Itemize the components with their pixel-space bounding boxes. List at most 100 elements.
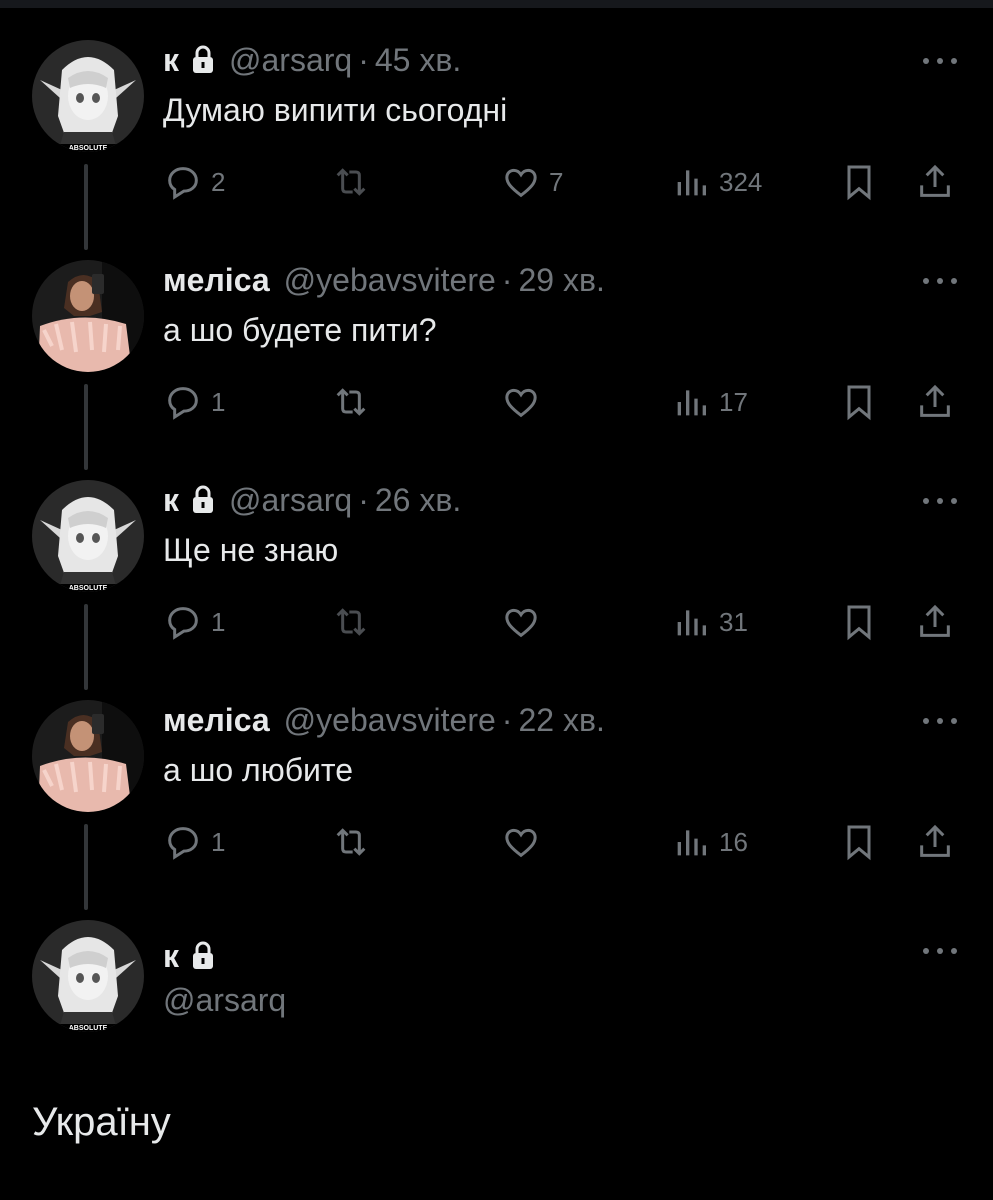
more-options-icon[interactable] <box>920 496 960 506</box>
bookmark-button[interactable] <box>839 380 879 424</box>
views-count: 324 <box>719 166 763 197</box>
tweet-text: а шо будете пити? <box>163 312 437 348</box>
username[interactable]: @arsarq <box>229 482 352 519</box>
timestamp[interactable]: 45 хв. <box>375 42 461 79</box>
retweet-button[interactable] <box>331 820 379 864</box>
username[interactable]: @arsarq <box>163 982 286 1019</box>
reply-icon <box>168 827 198 860</box>
share-icon <box>920 604 950 637</box>
thread-connector <box>84 164 88 250</box>
views-chart-icon <box>677 610 706 636</box>
views-button[interactable]: 17 <box>671 380 748 424</box>
lock-icon <box>193 45 214 73</box>
action-bar: 1 17 <box>163 380 963 424</box>
reply-button[interactable]: 1 <box>163 380 225 424</box>
retweet-icon <box>336 168 366 196</box>
anime-avatar-image: ABSOLUTE <box>32 920 144 1032</box>
display-name[interactable]: к <box>163 938 179 975</box>
bookmark-icon <box>847 825 871 861</box>
tweet-header: к @arsarq · 26 хв. <box>163 480 461 520</box>
reply-button[interactable]: 1 <box>163 600 225 644</box>
views-button[interactable]: 324 <box>671 160 762 204</box>
timestamp[interactable]: 26 хв. <box>375 482 461 519</box>
views-count: 31 <box>719 606 748 637</box>
bookmark-icon <box>847 385 871 421</box>
bookmark-button[interactable] <box>839 600 879 644</box>
bookmark-button[interactable] <box>839 820 879 864</box>
bookmark-icon <box>847 165 871 201</box>
share-icon <box>920 384 950 417</box>
reply-icon <box>168 167 198 200</box>
views-chart-icon <box>677 830 706 856</box>
action-bar: 2 7 324 <box>163 160 963 204</box>
composer-header: к <box>163 936 215 976</box>
retweet-icon <box>336 608 366 636</box>
tweet-text: а шо любите <box>163 752 354 788</box>
heart-icon <box>505 608 537 638</box>
reply-count: 1 <box>211 606 226 637</box>
share-button[interactable] <box>915 160 955 204</box>
avatar-badge-text: ABSOLUTE <box>69 145 108 152</box>
views-chart-icon <box>677 390 706 416</box>
views-count: 16 <box>719 826 748 857</box>
more-options-icon[interactable] <box>920 946 960 956</box>
share-icon <box>920 164 950 197</box>
retweet-icon <box>336 828 366 856</box>
username[interactable]: @yebavsvitere <box>284 702 496 739</box>
avatar-arsarq[interactable]: ABSOLUTE <box>32 40 144 152</box>
display-name[interactable]: меліса <box>163 702 270 739</box>
avatar-arsarq[interactable]: ABSOLUTE <box>32 480 144 592</box>
like-button[interactable] <box>501 820 549 864</box>
username[interactable]: @yebavsvitere <box>284 262 496 299</box>
retweet-button[interactable] <box>331 160 379 204</box>
top-divider <box>0 0 993 8</box>
separator-dot: · <box>501 701 513 738</box>
reply-icon <box>168 607 198 640</box>
retweet-button[interactable] <box>331 380 379 424</box>
views-chart-icon <box>677 170 706 196</box>
share-button[interactable] <box>915 380 955 424</box>
display-name[interactable]: к <box>163 42 179 79</box>
display-name[interactable]: меліса <box>163 262 270 299</box>
reply-button[interactable]: 2 <box>163 160 225 204</box>
timestamp[interactable]: 22 хв. <box>518 702 604 739</box>
reply-button[interactable]: 1 <box>163 820 225 864</box>
action-bar: 1 31 <box>163 600 963 644</box>
reply-count: 1 <box>211 826 226 857</box>
avatar-arsarq[interactable]: ABSOLUTE <box>32 920 144 1032</box>
like-button[interactable] <box>501 600 549 644</box>
separator-dot: · <box>358 481 369 518</box>
tweet-header: к @arsarq · 45 хв. <box>163 40 461 80</box>
retweet-button[interactable] <box>331 600 379 644</box>
tweet-header: меліса @yebavsvitere · 29 хв. <box>163 260 605 300</box>
avatar-yebavsvitere[interactable] <box>32 700 144 812</box>
avatar-yebavsvitere[interactable] <box>32 260 144 372</box>
username[interactable]: @arsarq <box>229 42 352 79</box>
more-options-icon[interactable] <box>920 276 960 286</box>
like-button[interactable]: 7 <box>501 160 563 204</box>
share-button[interactable] <box>915 600 955 644</box>
display-name[interactable]: к <box>163 482 179 519</box>
timestamp[interactable]: 29 хв. <box>518 262 604 299</box>
more-options-icon[interactable] <box>920 716 960 726</box>
thread-connector <box>84 604 88 690</box>
reply-icon <box>168 387 198 420</box>
views-button[interactable]: 16 <box>671 820 748 864</box>
like-count: 7 <box>549 166 564 197</box>
bookmark-button[interactable] <box>839 160 879 204</box>
like-button[interactable] <box>501 380 549 424</box>
photo-avatar-image <box>32 260 144 372</box>
heart-icon <box>505 168 537 198</box>
lock-icon <box>193 485 214 513</box>
separator-dot: · <box>358 41 369 78</box>
reply-count: 1 <box>211 386 226 417</box>
share-icon <box>920 824 950 857</box>
avatar-badge-text: ABSOLUTE <box>69 1025 108 1032</box>
more-options-icon[interactable] <box>920 56 960 66</box>
bookmark-icon <box>847 605 871 641</box>
views-button[interactable]: 31 <box>671 600 748 644</box>
heart-icon <box>505 828 537 858</box>
views-count: 17 <box>719 386 748 417</box>
reply-count: 2 <box>211 166 226 197</box>
share-button[interactable] <box>915 820 955 864</box>
